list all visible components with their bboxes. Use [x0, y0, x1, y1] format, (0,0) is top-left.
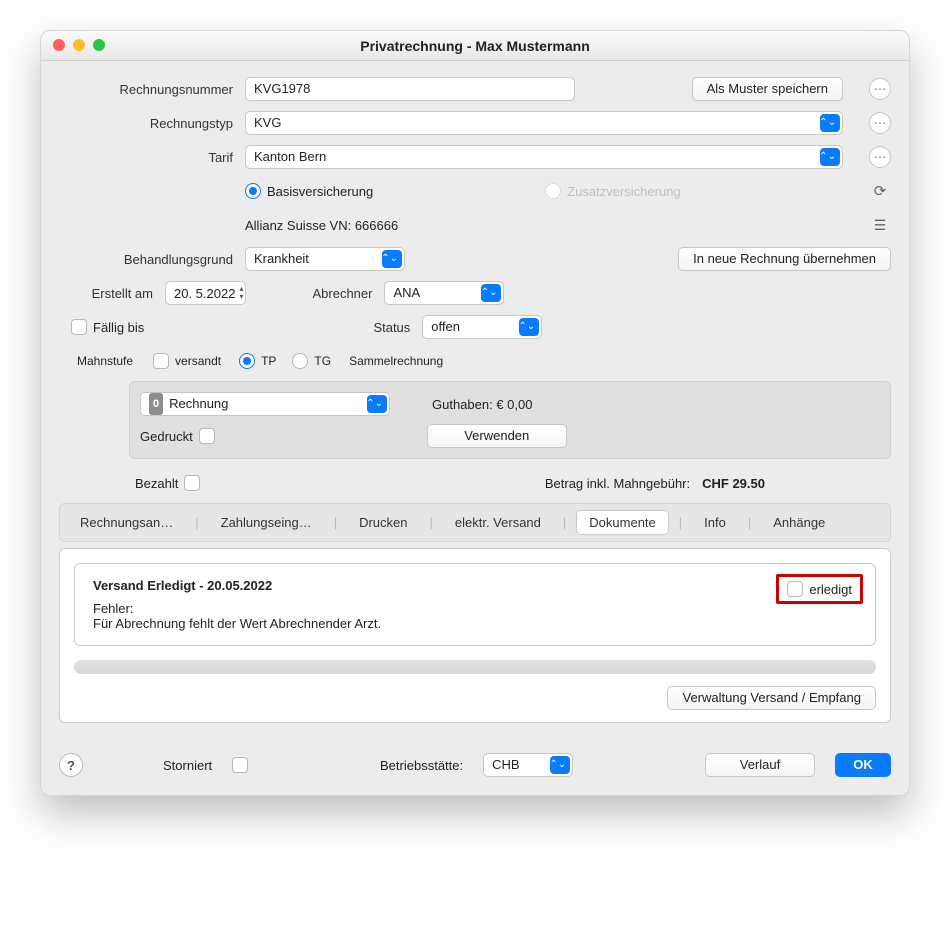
- tarif-select[interactable]: Kanton Bern⌃⌄: [245, 145, 843, 169]
- tab-drucken[interactable]: Drucken: [347, 511, 419, 534]
- behandlungsgrund-select[interactable]: Krankheit⌃⌄: [245, 247, 405, 271]
- sammelrechnung-label: Sammelrechnung: [349, 354, 443, 368]
- rechnungsnummer-field[interactable]: KVG1978: [245, 77, 575, 101]
- faellig-bis-label: Fällig bis: [93, 320, 144, 335]
- rechnungstyp-label: Rechnungstyp: [59, 116, 239, 131]
- dialog-window: Privatrechnung - Max Mustermann Rechnung…: [40, 30, 910, 796]
- titlebar: Privatrechnung - Max Mustermann: [41, 31, 909, 61]
- betrag-label: Betrag inkl. Mahngebühr:: [545, 476, 690, 491]
- als-muster-speichern-button[interactable]: Als Muster speichern: [692, 77, 843, 101]
- step-down-icon[interactable]: ▾: [239, 293, 243, 301]
- verlauf-button[interactable]: Verlauf: [705, 753, 815, 777]
- close-icon[interactable]: [53, 39, 65, 51]
- refresh-icon[interactable]: ⟳: [869, 180, 891, 202]
- erstellt-am-field[interactable]: 20. 5.2022 ▴▾: [165, 281, 246, 305]
- tab-info[interactable]: Info: [692, 511, 738, 534]
- document-card: Versand Erledigt - 20.05.2022 Fehler: Fü…: [74, 563, 876, 646]
- storniert-checkbox[interactable]: [232, 757, 248, 773]
- zoom-icon[interactable]: [93, 39, 105, 51]
- behandlungsgrund-label: Behandlungsgrund: [59, 252, 239, 267]
- tab-elektr-versand[interactable]: elektr. Versand: [443, 511, 553, 534]
- guthaben-label: Guthaben: € 0,00: [432, 397, 532, 412]
- tg-radio[interactable]: [292, 353, 308, 369]
- abrechner-label: Abrechner: [298, 286, 378, 301]
- erledigt-checkbox[interactable]: [787, 581, 803, 597]
- bezahlt-checkbox[interactable]: [184, 475, 200, 491]
- tab-rechnungsanschrift[interactable]: Rechnungsan…: [68, 511, 185, 534]
- storniert-label: Storniert: [163, 758, 212, 773]
- rechnungstyp-select[interactable]: KVG⌃⌄: [245, 111, 843, 135]
- in-neue-rechnung-button[interactable]: In neue Rechnung übernehmen: [678, 247, 891, 271]
- zusatzversicherung-label: Zusatzversicherung: [567, 184, 680, 199]
- basisversicherung-radio[interactable]: [245, 183, 261, 199]
- mahnstufe-label: Mahnstufe: [77, 354, 133, 368]
- gedruckt-label: Gedruckt: [140, 429, 193, 444]
- documents-panel: Versand Erledigt - 20.05.2022 Fehler: Fü…: [59, 548, 891, 723]
- rechnung-select[interactable]: 0 Rechnung ⌃⌄: [140, 392, 390, 416]
- versandt-label: versandt: [175, 354, 221, 368]
- tab-dokumente[interactable]: Dokumente: [576, 510, 668, 535]
- tp-radio[interactable]: [239, 353, 255, 369]
- list-icon[interactable]: ☰: [869, 214, 891, 236]
- tp-label: TP: [261, 354, 276, 368]
- minimize-icon[interactable]: [73, 39, 85, 51]
- versicherung-info: Allianz Suisse VN: 666666: [245, 218, 398, 233]
- tarif-label: Tarif: [59, 150, 239, 165]
- verwaltung-versand-button[interactable]: Verwaltung Versand / Empfang: [667, 686, 876, 710]
- doc-error-label: Fehler:: [93, 601, 857, 616]
- faellig-bis-checkbox[interactable]: [71, 319, 87, 335]
- tab-anhaenge[interactable]: Anhänge: [761, 511, 837, 534]
- more-icon[interactable]: ⋯: [869, 146, 891, 168]
- betriebsstaette-select[interactable]: CHB⌃⌄: [483, 753, 573, 777]
- more-icon[interactable]: ⋯: [869, 112, 891, 134]
- doc-title: Versand Erledigt - 20.05.2022: [93, 578, 857, 593]
- abrechner-select[interactable]: ANA⌃⌄: [384, 281, 504, 305]
- rechnungsnummer-label: Rechnungsnummer: [59, 82, 239, 97]
- status-select[interactable]: offen⌃⌄: [422, 315, 542, 339]
- verwenden-button[interactable]: Verwenden: [427, 424, 567, 448]
- basisversicherung-label: Basisversicherung: [267, 184, 373, 199]
- erledigt-label: erledigt: [809, 582, 852, 597]
- bezahlt-label: Bezahlt: [135, 476, 178, 491]
- rechnung-panel: 0 Rechnung ⌃⌄ Guthaben: € 0,00 Gedruckt …: [129, 381, 891, 459]
- gedruckt-checkbox[interactable]: [199, 428, 215, 444]
- betriebsstaette-label: Betriebsstätte:: [380, 758, 463, 773]
- doc-error-text: Für Abrechnung fehlt der Wert Abrechnend…: [93, 616, 857, 631]
- versandt-checkbox[interactable]: [153, 353, 169, 369]
- zusatzversicherung-radio: [545, 183, 561, 199]
- help-button[interactable]: ?: [59, 753, 83, 777]
- more-icon[interactable]: ⋯: [869, 78, 891, 100]
- scrollbar[interactable]: [74, 660, 876, 674]
- ok-button[interactable]: OK: [835, 753, 891, 777]
- tg-label: TG: [314, 354, 331, 368]
- window-title: Privatrechnung - Max Mustermann: [360, 38, 590, 54]
- betrag-value: CHF 29.50: [702, 476, 765, 491]
- status-label: Status: [336, 320, 416, 335]
- erstellt-am-label: Erstellt am: [59, 286, 159, 301]
- erledigt-highlight: erledigt: [776, 574, 863, 604]
- tab-bar: Rechnungsan…| Zahlungseing…| Drucken| el…: [59, 503, 891, 542]
- tab-zahlungseingang[interactable]: Zahlungseing…: [209, 511, 324, 534]
